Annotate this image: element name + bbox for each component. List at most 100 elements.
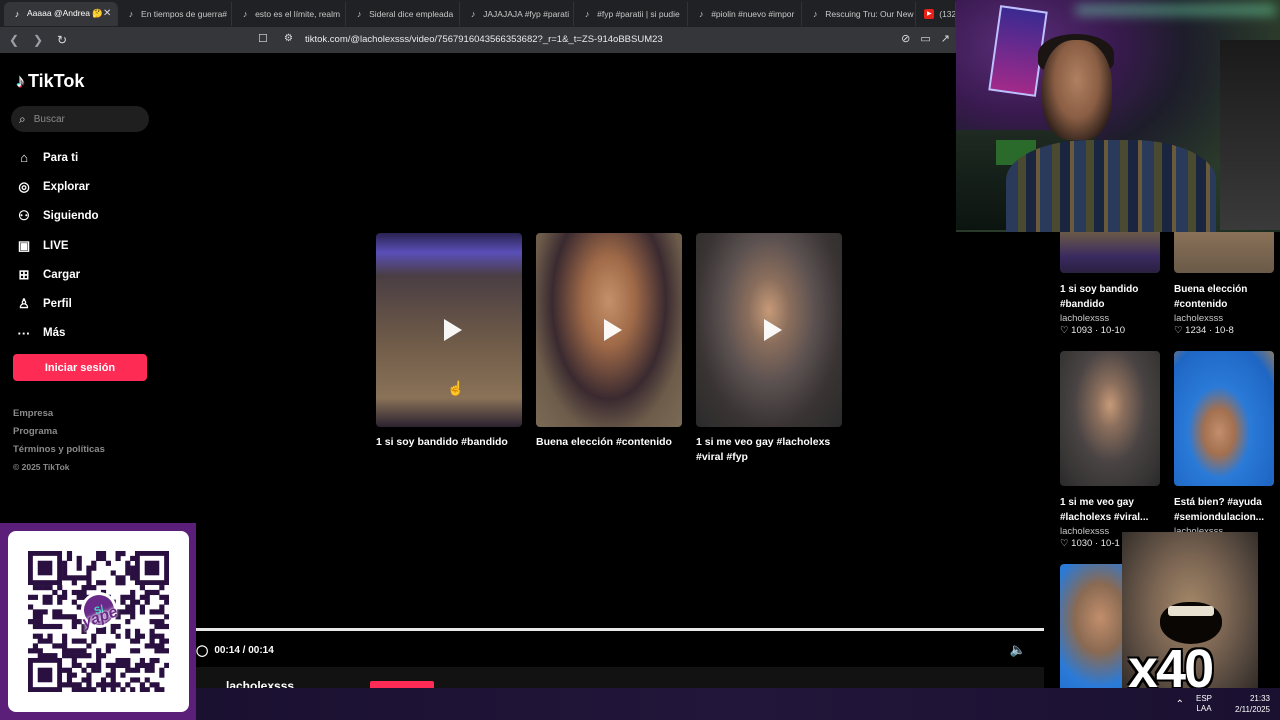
language-indicator[interactable]: ESP LAA — [1196, 694, 1212, 714]
qr-module — [66, 575, 73, 581]
browser-tab[interactable]: ♪ esto es el límite, realm — [232, 1, 347, 26]
qr-module — [164, 638, 169, 644]
browser-tab[interactable]: ♪ #piolin #nuevo #impor — [688, 1, 803, 26]
sidebar-nav: ⌂ Para ti ◎ Explorar ⚇ Siguiendo ▣ LIVE … — [16, 143, 99, 348]
qr-module — [28, 648, 34, 654]
qr-finder — [144, 560, 160, 576]
sidebar-item-explorar[interactable]: ◎ Explorar — [16, 172, 99, 201]
video-thumbnail[interactable] — [536, 233, 682, 427]
qr-module — [154, 589, 160, 596]
sidebar-item-live[interactable]: ▣ LIVE — [16, 231, 99, 260]
browser-tab[interactable]: ♪ En tiempos de guerra# — [118, 1, 233, 26]
site-settings-icon[interactable]: ⚙ — [284, 33, 293, 44]
related-video-card[interactable]: 1 si me veo gay #lacholexs #viral #fyp — [696, 233, 842, 465]
browser-tab[interactable]: ♪ Sideral dice empleada — [346, 1, 461, 26]
recommendation-card[interactable]: Está bien? #ayuda #semiondulacion... lac… — [1174, 351, 1274, 537]
video-thumbnail[interactable] — [1060, 351, 1160, 486]
donation-panel: S/ yape — [0, 523, 196, 720]
related-video-card[interactable]: 1 si soy bandido #bandido — [376, 233, 522, 465]
tab-label: #fyp #paratii | si pudie — [597, 8, 680, 19]
recommendation-card[interactable]: 1 si me veo gay #lacholexs #viral... lac… — [1060, 351, 1160, 549]
qr-module — [28, 604, 34, 610]
qr-module — [96, 657, 102, 664]
qr-module — [154, 643, 160, 649]
qr-module — [100, 551, 107, 557]
qr-module — [32, 623, 39, 630]
video-thumbnail[interactable] — [1174, 232, 1274, 273]
qr-module — [32, 633, 39, 639]
footer-link-empresa[interactable]: Empresa — [13, 408, 105, 426]
browser-tab[interactable]: ♪ JAJAJAJA #fyp #parati — [460, 1, 575, 26]
video-thumbnail[interactable] — [696, 233, 842, 427]
progress-bar[interactable] — [196, 628, 1044, 631]
qr-module — [139, 633, 145, 639]
related-video-card[interactable]: Buena elección #contenido — [536, 233, 682, 465]
sidebar-item-mas[interactable]: ··· Más — [16, 319, 99, 348]
recommendation-card[interactable]: Buena elección #contenido lacholexsss ♡ … — [1174, 232, 1274, 336]
close-tab-icon[interactable]: ✕ — [103, 8, 111, 19]
home-icon: ⌂ — [20, 150, 28, 166]
taskbar-clock[interactable]: 21:33 2/11/2025 — [1222, 693, 1280, 715]
tab-label: JAJAJAJA #fyp #parati — [483, 8, 570, 19]
mouse-cursor-icon: ☝ — [447, 380, 465, 396]
search-input[interactable] — [33, 113, 134, 125]
bookmark-icon[interactable]: ☐ — [258, 32, 268, 45]
url-field[interactable]: tiktok.com/@lacholexsss/video/7567916043… — [305, 34, 663, 45]
replay-icon[interactable]: ◯ — [196, 644, 208, 657]
browser-tab[interactable]: ▶ (132) — [916, 1, 957, 26]
forward-icon[interactable]: ❯ — [28, 30, 48, 50]
qr-module — [130, 565, 136, 571]
qr-module — [81, 653, 87, 659]
qr-module — [115, 575, 121, 581]
footer-links: Empresa Programa Términos y políticas © … — [13, 408, 105, 480]
qr-module — [91, 585, 97, 591]
qr-module — [139, 585, 145, 591]
cast-icon[interactable]: ▭ — [920, 32, 930, 45]
share-icon[interactable]: ↗ — [941, 32, 950, 45]
sidebar-item-cargar[interactable]: ⊞ Cargar — [16, 260, 99, 289]
tiktok-logo[interactable]: ♪ TikTok — [16, 71, 84, 92]
sidebar-item-siguiendo[interactable]: ⚇ Siguiendo — [16, 202, 98, 231]
footer-link-programa[interactable]: Programa — [13, 426, 105, 444]
qr-module — [105, 560, 111, 566]
qr-module — [71, 657, 77, 664]
follow-button[interactable] — [370, 681, 434, 688]
qr-module — [42, 609, 48, 615]
address-bar-actions: ⊘ ▭ ↗ — [901, 32, 950, 45]
browser-tab[interactable]: ♪ Aaaaa @Andrea 🤔 ✕ — [4, 1, 119, 26]
login-button[interactable]: Iniciar sesión — [13, 354, 147, 381]
video-stats: ♡ 1093 · 10-10 — [1060, 325, 1126, 336]
tray-overflow-icon[interactable]: ⌃ — [1176, 699, 1184, 710]
qr-module — [32, 619, 39, 625]
qr-module — [110, 623, 116, 630]
browser-tab[interactable]: ♪ Rescuing Tru: Our New — [802, 1, 917, 26]
reload-icon[interactable]: ↻ — [52, 30, 72, 50]
qr-module — [159, 648, 165, 654]
qr-module — [57, 623, 63, 630]
search-box[interactable]: ⌕ — [11, 106, 149, 132]
qr-module — [47, 638, 53, 644]
video-player[interactable]: 1 si soy bandido #bandido Buena elección… — [196, 53, 1044, 693]
qr-module — [71, 614, 77, 620]
tracking-off-icon[interactable]: ⊘ — [901, 32, 910, 45]
video-thumbnail[interactable] — [1060, 232, 1160, 273]
back-icon[interactable]: ❮ — [4, 30, 24, 50]
video-thumbnail[interactable] — [376, 233, 522, 427]
logo-text: TikTok — [28, 71, 85, 91]
footer-link-terminos[interactable]: Términos y políticas — [13, 444, 105, 462]
tab-label: Rescuing Tru: Our New — [825, 8, 914, 19]
volume-icon[interactable]: 🔈 — [1010, 642, 1026, 658]
qr-module — [91, 633, 97, 639]
meme-overlay: x40 — [1122, 532, 1258, 700]
sidebar-item-perfil[interactable]: ♙ Perfil — [16, 289, 99, 318]
sidebar-item-para-ti[interactable]: ⌂ Para ti — [16, 143, 99, 172]
qr-module — [149, 589, 155, 596]
video-thumbnail[interactable] — [1174, 351, 1274, 486]
upload-icon: ⊞ — [18, 266, 30, 282]
browser-tab[interactable]: ♪ #fyp #paratii | si pudie — [574, 1, 689, 26]
qr-module — [52, 643, 58, 649]
tiktok-note-icon: ♪ — [16, 71, 25, 91]
qr-module — [32, 594, 39, 600]
player-controls: ◯ 00:14 / 00:14 🔈 — [196, 641, 1044, 659]
recommendation-card[interactable]: 1 si soy bandido #bandido lacholexsss ♡ … — [1060, 232, 1160, 336]
